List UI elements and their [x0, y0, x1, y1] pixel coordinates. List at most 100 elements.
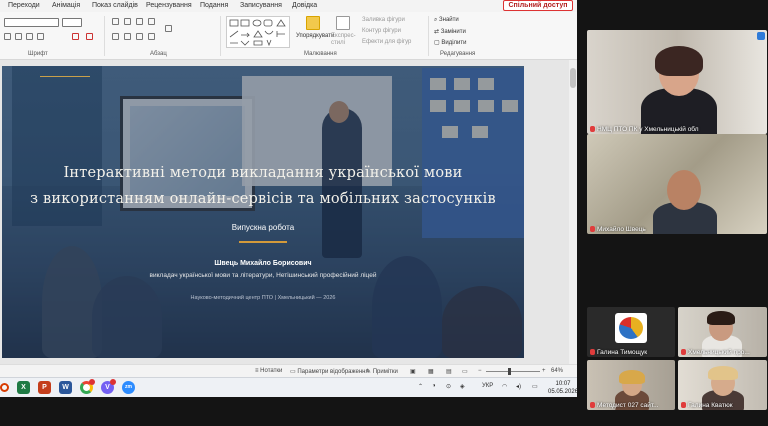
participant-name-text: Методист 027 сайт...	[597, 402, 659, 409]
participant-tile[interactable]: Михайло Швець	[587, 134, 767, 234]
tray-icon[interactable]: ⊙	[446, 383, 451, 390]
slide-sorter-icon[interactable]: ▦	[428, 368, 434, 375]
justify-icon[interactable]	[148, 33, 155, 40]
language-indicator[interactable]: УКР	[482, 383, 493, 389]
align-left-icon[interactable]	[112, 33, 119, 40]
excel-icon[interactable]: X	[17, 381, 30, 394]
mic-muted-icon	[590, 402, 595, 408]
participant-video	[708, 366, 738, 380]
shape-effects-label[interactable]: Ефекти для фігур	[362, 39, 411, 45]
notification-badge	[110, 379, 116, 385]
participant-video	[667, 170, 701, 210]
zoom-level[interactable]: 64%	[551, 368, 563, 374]
comments-button[interactable]: ✎ Примітки	[366, 368, 398, 375]
accent-line	[40, 76, 90, 77]
pin-icon[interactable]	[757, 32, 765, 40]
participant-tile[interactable]: Галина Кватюк	[678, 360, 767, 410]
align-right-icon[interactable]	[136, 33, 143, 40]
word-icon[interactable]: W	[59, 381, 72, 394]
highlight-icon[interactable]	[86, 33, 93, 40]
author-name: Швець Михайло Борисович	[214, 260, 312, 267]
participant-tile[interactable]: Методист 027 сайт...	[587, 360, 675, 410]
arrange-icon[interactable]	[306, 16, 320, 30]
tab-recording[interactable]: Записування	[240, 2, 282, 9]
zoom-thumb[interactable]	[508, 368, 511, 375]
powerpoint-window: Переходи Анімація Показ слайдів Рецензув…	[0, 0, 577, 377]
select-label[interactable]: ▢ Виділити	[434, 39, 466, 46]
office-icon[interactable]	[0, 383, 9, 392]
participant-video	[619, 370, 645, 384]
mic-muted-icon	[590, 349, 595, 355]
divider	[428, 16, 429, 56]
title-slide[interactable]: Інтерактивні методи викладання українськ…	[2, 66, 524, 358]
tab-review[interactable]: Рецензування	[146, 2, 192, 9]
indent-icon[interactable]	[136, 18, 143, 25]
wifi-icon[interactable]: ◠	[502, 383, 507, 390]
slide-overlay	[2, 66, 524, 358]
participant-tile[interactable]: Галина Тимощук	[587, 307, 675, 357]
participant-name: Михайло Швець	[590, 226, 646, 233]
shape-outline-label[interactable]: Контур фігури	[362, 28, 401, 34]
tab-help[interactable]: Довідка	[292, 2, 317, 9]
find-label[interactable]: ⌕ Знайти	[434, 17, 459, 24]
bold-icon[interactable]	[4, 33, 11, 40]
participant-logo	[615, 313, 647, 343]
participant-name: НМЦ ПТО ПК у Хмельницькій обл	[590, 126, 699, 133]
tab-animations[interactable]: Анімація	[52, 2, 80, 9]
zoom-in-icon[interactable]: +	[542, 368, 546, 374]
zoom-app-icon[interactable]: zm	[122, 381, 135, 394]
participant-logo	[619, 317, 643, 339]
outdent-icon[interactable]	[148, 18, 155, 25]
tab-slideshow[interactable]: Показ слайдів	[92, 2, 138, 9]
shape-fill-label[interactable]: Заливка фігури	[362, 17, 405, 23]
slideshow-icon[interactable]: ▭	[462, 368, 468, 375]
divider	[220, 16, 221, 56]
participant-name-text: Галина Кватюк	[688, 402, 733, 409]
normal-view-icon[interactable]: ▣	[410, 368, 416, 375]
zoom-slider[interactable]	[486, 368, 540, 375]
volume-icon[interactable]: ◂)	[516, 383, 521, 390]
replace-label[interactable]: ⇄ Замінити	[434, 28, 466, 35]
align-center-icon[interactable]	[124, 33, 131, 40]
italic-icon[interactable]	[15, 33, 22, 40]
slide-title: Інтерактивні методи викладання українськ…	[2, 160, 524, 212]
accent-rule	[239, 241, 287, 243]
battery-icon[interactable]: ▭	[532, 383, 538, 390]
shapes-gallery[interactable]	[226, 16, 290, 48]
clock[interactable]: 10:07 05.05.2026	[548, 380, 578, 396]
participant-tile[interactable]: Хмельницький про...	[678, 307, 767, 357]
display-settings-button[interactable]: ▭ Параметри відображення	[290, 368, 369, 375]
comments-label: Примітки	[372, 369, 398, 375]
slide-footer: Науково-методичний центр ПТО | Хмельниць…	[190, 295, 336, 301]
columns-icon[interactable]	[165, 25, 172, 32]
chevron-up-icon[interactable]: ⌃	[418, 383, 423, 390]
font-size-box[interactable]	[62, 18, 82, 27]
quick-styles-label[interactable]: Експрес-стилі	[331, 33, 356, 47]
scroll-thumb[interactable]	[570, 68, 576, 88]
participant-video	[655, 46, 703, 76]
editing-group-label: Редагування	[440, 51, 476, 57]
strikethrough-icon[interactable]	[37, 33, 44, 40]
tray-icon[interactable]: ◈	[460, 383, 465, 390]
underline-icon[interactable]	[26, 33, 33, 40]
bullets-icon[interactable]	[112, 18, 119, 25]
tray-icon[interactable]: ◑	[432, 383, 436, 389]
arrange-label[interactable]: Упорядкувати	[296, 33, 334, 39]
font-color-icon[interactable]	[72, 33, 79, 40]
notes-button[interactable]: ≡ Нотатки	[255, 368, 282, 374]
reading-view-icon[interactable]: ▤	[446, 368, 452, 375]
quick-styles-icon[interactable]	[336, 16, 350, 30]
powerpoint-icon[interactable]: P	[38, 381, 51, 394]
numbering-icon[interactable]	[124, 18, 131, 25]
display-settings-label: Параметри відображення	[297, 369, 369, 375]
replace-icon: ⇄	[434, 29, 441, 35]
share-button[interactable]: Спільний доступ	[503, 0, 573, 11]
font-name-box[interactable]	[4, 18, 59, 27]
ribbon-tabs: Переходи Анімація Показ слайдів Рецензув…	[0, 0, 577, 12]
vertical-scrollbar[interactable]	[569, 60, 577, 364]
tab-view[interactable]: Подання	[200, 2, 228, 9]
participant-tile[interactable]: НМЦ ПТО ПК у Хмельницькій обл	[587, 30, 767, 134]
zoom-out-icon[interactable]: −	[478, 368, 482, 374]
tab-transitions[interactable]: Переходи	[8, 2, 40, 9]
mic-muted-icon	[590, 226, 595, 232]
